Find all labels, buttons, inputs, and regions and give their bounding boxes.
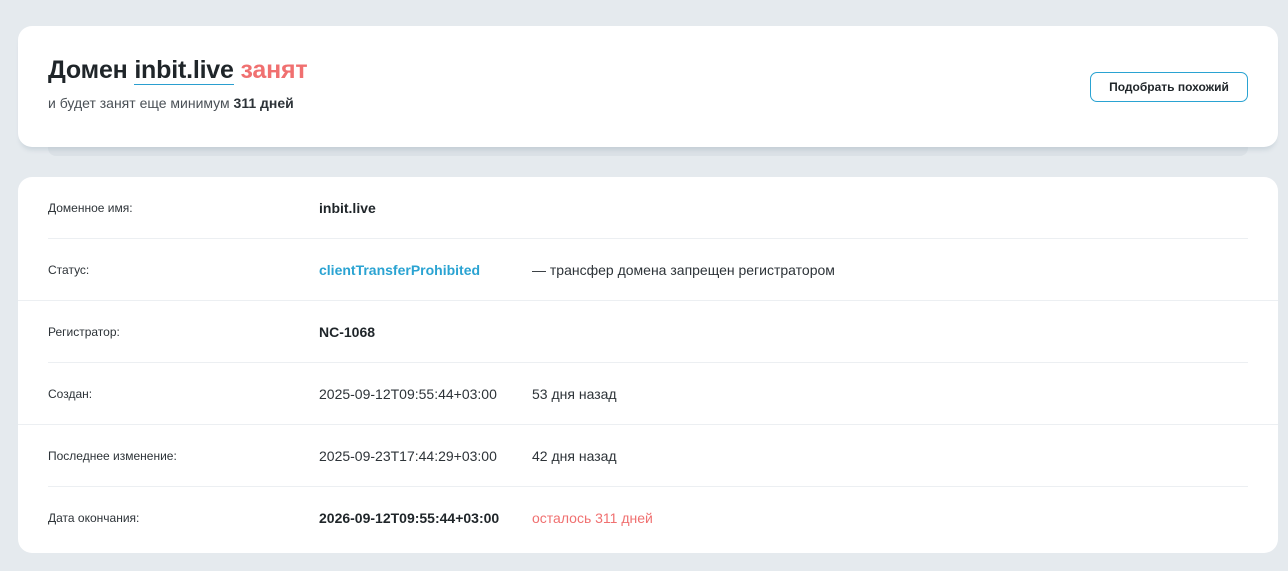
page-title: Домен inbit.live занят — [48, 56, 308, 85]
info-label: Регистратор: — [48, 325, 120, 339]
info-row-domain-name: Доменное имя: inbit.live — [18, 177, 1278, 239]
info-row-created: Создан: 2025-09-12T09:55:44+03:00 53 дня… — [18, 363, 1278, 425]
subtitle-text: и будет занят еще минимум — [48, 95, 230, 111]
info-value: 2026-09-12T09:55:44+03:00 — [319, 510, 500, 526]
info-row-registrar: Регистратор: NC-1068 — [18, 301, 1278, 363]
info-row-expiration: Дата окончания: 2026-09-12T09:55:44+03:0… — [18, 487, 1278, 549]
info-label: Создан: — [48, 387, 93, 401]
domain-info-card: Доменное имя: inbit.live Статус: clientT… — [18, 177, 1278, 553]
info-row-last-modified: Последнее изменение: 2025-09-23T17:44:29… — [18, 425, 1278, 487]
info-value: 2025-09-23T17:44:29+03:00 — [319, 448, 497, 464]
info-row-status: Статус: clientTransferProhibited — транс… — [18, 239, 1278, 301]
subtitle-days: 311 дней — [233, 95, 294, 111]
title-prefix: Домен — [48, 56, 128, 84]
status-link[interactable]: clientTransferProhibited — [319, 262, 480, 278]
title-status: занят — [240, 56, 308, 84]
info-value: NC-1068 — [319, 324, 376, 340]
info-label: Статус: — [48, 263, 90, 277]
info-relative-time: 53 дня назад — [532, 386, 617, 402]
info-value: inbit.live — [319, 200, 376, 216]
info-relative-time: 42 дня назад — [532, 448, 617, 464]
status-description: — трансфер домена запрещен регистратором — [532, 262, 835, 278]
title-domain: inbit.live — [134, 56, 234, 85]
find-similar-button[interactable]: Подобрать похожий — [1090, 72, 1248, 102]
info-label: Доменное имя: — [48, 201, 133, 215]
domain-status-card: Домен inbit.live занят и будет занят еще… — [18, 26, 1278, 147]
info-value: 2025-09-12T09:55:44+03:00 — [319, 386, 497, 402]
card-shadow — [48, 146, 1248, 156]
subtitle: и будет занят еще минимум 311 дней — [48, 95, 294, 111]
info-label: Дата окончания: — [48, 511, 140, 525]
info-label: Последнее изменение: — [48, 449, 177, 463]
info-remaining-time: осталось 311 дней — [532, 510, 653, 526]
